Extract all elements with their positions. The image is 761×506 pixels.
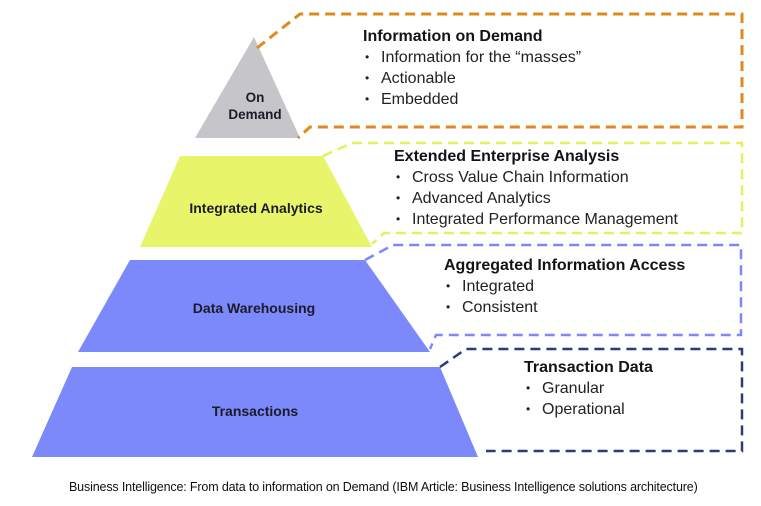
level-label-transactions: Transactions bbox=[32, 403, 478, 419]
bullet-text: Actionable bbox=[381, 70, 456, 87]
panel-extended-enterprise-analysis: Extended Enterprise Analysis • Cross Valu… bbox=[394, 147, 678, 230]
bullet-icon: • bbox=[526, 402, 531, 416]
bullet-icon: • bbox=[526, 381, 531, 395]
bullet-icon: • bbox=[365, 71, 370, 85]
panel-heading: Transaction Data bbox=[524, 359, 653, 376]
bullet-item: • Advanced Analytics bbox=[394, 188, 678, 209]
bullet-text: Advanced Analytics bbox=[412, 190, 551, 207]
bullet-item: • Actionable bbox=[363, 68, 581, 89]
bullet-text: Consistent bbox=[462, 299, 538, 316]
bullet-list: • Cross Value Chain Information • Advanced… bbox=[394, 167, 678, 230]
bullet-text: Information for the “masses” bbox=[381, 49, 582, 66]
bullet-icon: • bbox=[365, 50, 370, 64]
level-label-line: On bbox=[245, 90, 265, 105]
bullet-item: • Integrated Performance Management bbox=[394, 209, 678, 230]
bullet-text: Integrated Performance Management bbox=[412, 211, 678, 228]
bullet-item: • Integrated bbox=[444, 276, 685, 297]
bullet-icon: • bbox=[446, 300, 451, 314]
bullet-text: Operational bbox=[542, 401, 625, 418]
panel-information-on-demand: Information on Demand • Information for t… bbox=[363, 27, 581, 110]
level-label-line: Transactions bbox=[211, 403, 299, 419]
bullet-list: • Granular • Operational bbox=[524, 378, 653, 420]
bullet-item: • Information for the “masses” bbox=[363, 47, 581, 68]
bullet-list: • Information for the “masses” • Actionabl… bbox=[363, 47, 581, 110]
bullet-text: Embedded bbox=[381, 91, 459, 108]
bullet-icon: • bbox=[446, 279, 451, 293]
level-label-line: Integrated Analytics bbox=[189, 200, 323, 216]
panel-transaction-data: Transaction Data • Granular • Operational bbox=[524, 358, 653, 420]
bullet-icon: • bbox=[396, 212, 401, 226]
panel-heading: Information on Demand bbox=[363, 28, 543, 45]
bullet-icon: • bbox=[365, 92, 370, 106]
bullet-item: • Operational bbox=[524, 399, 653, 420]
level-label-integrated-analytics: Integrated Analytics bbox=[140, 200, 372, 216]
panel-heading: Extended Enterprise Analysis bbox=[394, 148, 620, 165]
figure-caption: Business Intelligence: From data to info… bbox=[69, 480, 698, 494]
panel-aggregated-information-access: Aggregated Information Access • Integrate… bbox=[444, 256, 685, 318]
bullet-list: • Integrated • Consistent bbox=[444, 276, 685, 318]
level-label-data-warehousing: Data Warehousing bbox=[78, 300, 430, 316]
bullet-item: • Granular bbox=[524, 378, 653, 399]
bullet-icon: • bbox=[396, 191, 401, 205]
bullet-item: • Embedded bbox=[363, 89, 581, 110]
level-label-line: Demand bbox=[228, 107, 282, 122]
bullet-item: • Cross Value Chain Information bbox=[394, 167, 678, 188]
bullet-text: Cross Value Chain Information bbox=[412, 169, 629, 186]
panel-heading: Aggregated Information Access bbox=[444, 257, 686, 274]
level-label-on-demand: On Demand bbox=[210, 89, 300, 123]
level-label-line: Data Warehousing bbox=[192, 300, 316, 316]
bullet-text: Integrated bbox=[462, 278, 535, 295]
bullet-icon: • bbox=[396, 170, 401, 184]
bullet-text: Granular bbox=[542, 380, 605, 397]
bullet-item: • Consistent bbox=[444, 297, 685, 318]
